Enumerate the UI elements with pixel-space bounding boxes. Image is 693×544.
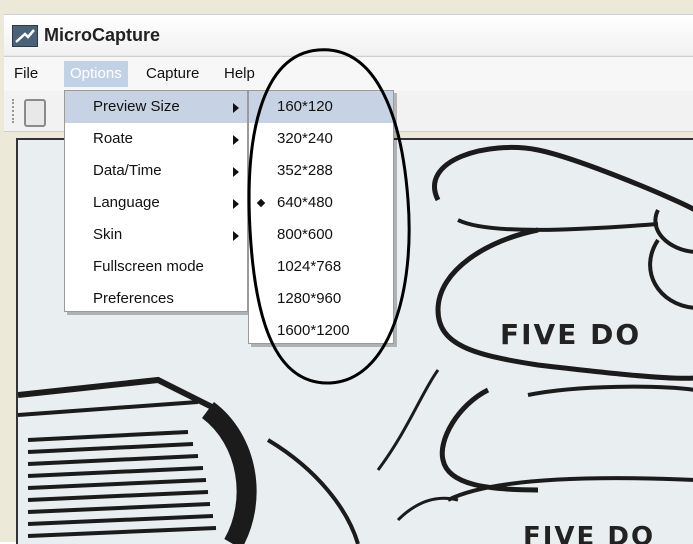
submenu-arrow-icon — [233, 135, 239, 145]
menu-file[interactable]: File — [8, 61, 44, 87]
submenu-arrow-icon — [233, 103, 239, 113]
options-menu: Preview Size Roate Data/Time Language Sk… — [64, 90, 248, 312]
menu-preferences[interactable]: Preferences — [65, 283, 247, 315]
menu-options[interactable]: Options — [64, 61, 128, 87]
size-option-1024x768[interactable]: 1024*768 — [249, 251, 393, 283]
size-option-1600x1200[interactable]: 1600*1200 — [249, 315, 393, 347]
submenu-arrow-icon — [233, 231, 239, 241]
menu-item-label: 352*288 — [277, 162, 333, 179]
menu-item-label: 320*240 — [277, 130, 333, 147]
menu-item-label: Skin — [93, 226, 123, 243]
menu-item-label: Language — [93, 194, 160, 211]
menu-item-label: Preferences — [93, 290, 174, 307]
menu-item-label: 160*120 — [277, 98, 333, 115]
window-title: MicroCapture — [44, 25, 161, 45]
menu-data-time[interactable]: Data/Time — [65, 155, 247, 187]
menu-bar: File Options Capture Help — [4, 56, 693, 92]
menu-item-label: Roate — [93, 130, 134, 147]
menu-fullscreen-mode[interactable]: Fullscreen mode — [65, 251, 247, 283]
size-option-160x120[interactable]: 160*120 — [249, 91, 393, 123]
menu-item-label: Fullscreen mode — [93, 258, 204, 275]
size-option-352x288[interactable]: 352*288 — [249, 155, 393, 187]
menu-item-label: 1600*1200 — [277, 322, 350, 339]
size-option-800x600[interactable]: 800*600 — [249, 219, 393, 251]
menu-item-label: 800*600 — [277, 226, 333, 243]
selected-bullet-icon — [256, 198, 266, 208]
menu-skin[interactable]: Skin — [65, 219, 247, 251]
capture-tool-button[interactable] — [24, 99, 46, 127]
menu-item-label: 1280*960 — [277, 290, 342, 307]
menu-preview-size[interactable]: Preview Size — [65, 91, 247, 123]
menu-roate[interactable]: Roate — [65, 123, 247, 155]
preview-size-submenu: 160*120 320*240 352*288 640*480 800*600 … — [248, 90, 394, 344]
preview-text-upper: FIVE DO — [500, 318, 642, 351]
menu-language[interactable]: Language — [65, 187, 247, 219]
size-option-1280x960[interactable]: 1280*960 — [249, 283, 393, 315]
toolbar-grip[interactable] — [12, 99, 17, 123]
menu-item-label: 640*480 — [277, 194, 333, 211]
size-option-320x240[interactable]: 320*240 — [249, 123, 393, 155]
microscope-icon — [12, 25, 38, 47]
app-window: MicroCapture File Options Capture Help F… — [0, 0, 693, 544]
menu-item-label: Data/Time — [93, 162, 162, 179]
submenu-arrow-icon — [233, 167, 239, 177]
menu-item-label: Preview Size — [93, 98, 180, 115]
preview-text-lower: FIVE DO — [523, 522, 656, 544]
menu-capture[interactable]: Capture — [140, 61, 205, 87]
size-option-640x480[interactable]: 640*480 — [249, 187, 393, 219]
menu-item-label: 1024*768 — [277, 258, 342, 275]
menu-help[interactable]: Help — [218, 61, 261, 87]
title-bar: MicroCapture — [4, 14, 693, 55]
submenu-arrow-icon — [233, 199, 239, 209]
